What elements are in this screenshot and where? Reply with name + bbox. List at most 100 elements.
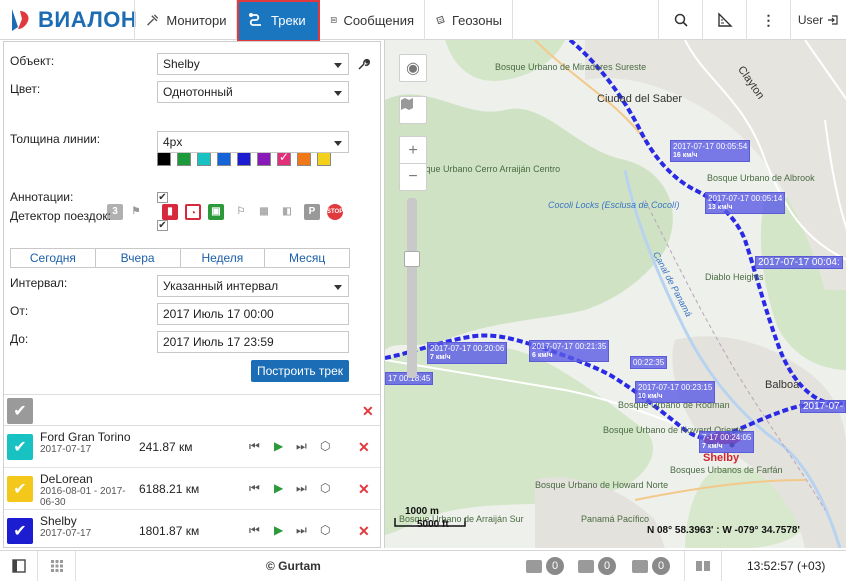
track-point-label[interactable]: 2017-07-17 00:21:35 6 км/ч: [529, 340, 610, 362]
nav-tracks[interactable]: Треки: [237, 0, 320, 40]
notifications-counter[interactable]: 0: [526, 556, 564, 576]
tab-month[interactable]: Месяц: [265, 249, 349, 267]
track-route-icon[interactable]: ⬡: [320, 439, 330, 453]
delete-track-icon[interactable]: ✕: [358, 481, 370, 498]
skip-back-icon[interactable]: ⏮: [249, 439, 260, 454]
tab-yesterday[interactable]: Вчера: [96, 249, 181, 267]
flags-icon[interactable]: ⚑: [128, 204, 144, 220]
object-select[interactable]: Shelby: [157, 53, 349, 75]
color-label: Цвет:: [10, 82, 41, 96]
nav-geozones-label: Геозоны: [451, 12, 502, 28]
delete-all-tracks-icon[interactable]: ✕: [362, 403, 374, 420]
parking-icon[interactable]: P: [304, 204, 320, 220]
annotation-number-badge: 3: [112, 206, 118, 217]
annotations-checkbox[interactable]: ✔: [157, 192, 168, 203]
nav-geozones[interactable]: Геозоны: [425, 0, 513, 40]
measure-button[interactable]: [702, 0, 746, 40]
play-icon[interactable]: ▶: [274, 523, 283, 537]
track-route-icon[interactable]: ⬡: [320, 523, 330, 537]
track-list-header: ✔ ✕: [4, 394, 380, 426]
track-row[interactable]: ✔ Shelby 2017-07-17 1801.87 км ⏮ ▶ ⏭ ⬡ ✕: [4, 511, 380, 552]
track-point-label[interactable]: 2017-07-17 00:05:14 13 км/ч: [705, 192, 786, 214]
zoom-out-button[interactable]: −: [399, 163, 427, 191]
build-track-button[interactable]: Построить трек: [251, 360, 349, 382]
track-row[interactable]: ✔ DeLorean 2016-08-01 - 2017-06-30 6188.21 …: [4, 469, 380, 510]
color-swatch[interactable]: [277, 150, 291, 166]
user-menu[interactable]: User: [790, 0, 846, 40]
sms-count: 0: [598, 557, 616, 575]
color-swatch[interactable]: [237, 152, 251, 166]
zoom-slider-handle[interactable]: [404, 251, 420, 267]
track-route-icon[interactable]: ⬡: [320, 481, 330, 495]
zoom-slider-track[interactable]: [407, 198, 417, 378]
fuel-station-icon[interactable]: ▣: [208, 204, 224, 220]
delete-track-icon[interactable]: ✕: [358, 439, 370, 456]
nav-messages[interactable]: Сообщения: [320, 0, 425, 40]
image-icon[interactable]: ▦: [256, 204, 272, 220]
from-date-input[interactable]: 2017 Июль 17 00:00: [157, 303, 349, 325]
wrench-icon[interactable]: [357, 58, 370, 71]
color-swatch[interactable]: [177, 152, 191, 166]
nav-tracks-label: Треки: [271, 12, 306, 28]
interval-select[interactable]: Указанный интервал: [157, 275, 349, 297]
line-width-select[interactable]: 4px: [157, 131, 349, 153]
fuel-icon[interactable]: ▮: [162, 204, 178, 220]
skip-forward-icon[interactable]: ⏭: [296, 439, 307, 454]
track-visibility-checkbox[interactable]: ✔: [7, 518, 33, 544]
track-visibility-checkbox[interactable]: ✔: [7, 476, 33, 502]
logo[interactable]: ВИАЛОН: [8, 6, 137, 34]
color-swatch[interactable]: [197, 152, 211, 166]
toggle-panel-button[interactable]: [0, 551, 38, 581]
stop-icon[interactable]: STOP: [327, 204, 343, 220]
skip-forward-icon[interactable]: ⏭: [296, 481, 307, 496]
tab-week[interactable]: Неделя: [181, 249, 266, 267]
color-mode-select[interactable]: Однотонный: [157, 81, 349, 103]
speed-gauge-icon[interactable]: ◔: [185, 204, 201, 220]
to-date-input[interactable]: 2017 Июль 17 23:59: [157, 331, 349, 353]
map[interactable]: Bosque Urbano de Miradores Sureste Clayto…: [384, 40, 846, 548]
track-point-label[interactable]: 2017-07-17 00:20:06 7 км/ч: [427, 342, 508, 364]
color-swatch[interactable]: [297, 152, 311, 166]
track-point-label[interactable]: 2017-07-17 00:23:15 10 км/ч: [635, 381, 716, 403]
map-source-button[interactable]: [399, 96, 427, 124]
track-point-label[interactable]: 7-17 00:24:05 7 км/ч: [699, 431, 755, 453]
interval-value: Указанный интервал: [163, 279, 279, 293]
track-point-label[interactable]: 00:22:35: [630, 356, 668, 369]
track-point-label[interactable]: 2017-07-: [800, 400, 846, 413]
track-point-speed: 13 км/ч: [708, 204, 733, 211]
track-distance: 1801.87 км: [139, 524, 200, 538]
video-icon[interactable]: ◧: [279, 204, 295, 220]
delete-track-icon[interactable]: ✕: [358, 523, 370, 540]
skip-forward-icon[interactable]: ⏭: [296, 523, 307, 538]
track-distance: 241.87 км: [139, 440, 193, 454]
layers-visibility-button[interactable]: ◉: [399, 54, 427, 82]
color-swatch[interactable]: [257, 152, 271, 166]
play-icon[interactable]: ▶: [274, 481, 283, 495]
map-place-label: Bosque Urbano de Howard Norte: [535, 480, 669, 490]
color-swatch[interactable]: [217, 152, 231, 166]
search-button[interactable]: [658, 0, 702, 40]
chevron-down-icon: [334, 63, 342, 68]
reports-button[interactable]: [684, 551, 722, 581]
apps-grid-button[interactable]: [38, 551, 76, 581]
media-counter[interactable]: 0: [632, 556, 670, 576]
sms-counter[interactable]: 0: [578, 556, 616, 576]
skip-back-icon[interactable]: ⏮: [249, 481, 260, 496]
tab-today[interactable]: Сегодня: [11, 249, 96, 267]
nav-monitoring[interactable]: Мониторинг: [134, 0, 237, 40]
track-point-label[interactable]: 2017-07-17 00:05:54 16 км/ч: [670, 140, 751, 162]
event-flag-icon[interactable]: ⚐: [233, 204, 249, 220]
copyright[interactable]: © Gurtam: [266, 559, 321, 573]
trip-detector-checkbox[interactable]: ✔: [157, 220, 168, 231]
track-point-label[interactable]: 2017-07-17 00:04:: [755, 256, 843, 269]
color-swatch[interactable]: [157, 152, 171, 166]
car-label: Shelby: [703, 452, 740, 464]
select-all-checkbox[interactable]: ✔: [7, 398, 33, 424]
track-visibility-checkbox[interactable]: ✔: [7, 434, 33, 460]
zoom-in-button[interactable]: +: [399, 136, 427, 164]
play-icon[interactable]: ▶: [274, 439, 283, 453]
color-swatch[interactable]: [317, 152, 331, 166]
skip-back-icon[interactable]: ⏮: [249, 523, 260, 538]
track-row[interactable]: ✔ Ford Gran Torino 2017-07-17 241.87 км ⏮ ▶ ⏭ ⬡…: [4, 427, 380, 468]
more-menu-button[interactable]: ⋮: [746, 0, 790, 40]
